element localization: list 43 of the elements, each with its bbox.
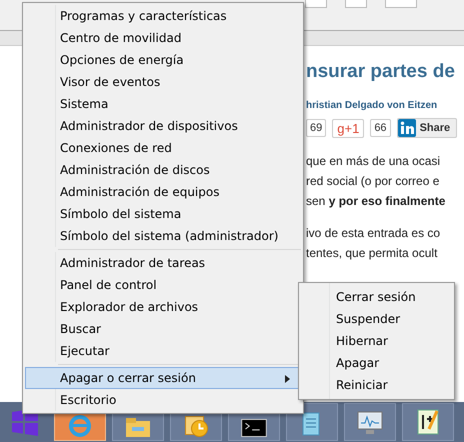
paragraph-line: ivo de esta entrada es co <box>306 225 442 242</box>
share-button[interactable]: Share <box>396 118 458 138</box>
submenu-arrow-icon <box>285 375 290 383</box>
menu-item[interactable]: Escritorio <box>25 389 301 411</box>
menu-item[interactable]: Panel de control <box>25 274 301 296</box>
menu-item[interactable]: Hibernar <box>301 330 452 352</box>
menu-item[interactable]: Opciones de energía <box>25 49 301 71</box>
calendar-clock-icon <box>184 416 208 437</box>
browser-e-icon <box>69 415 91 437</box>
paragraph-line: tentes, que permita ocult <box>306 245 438 262</box>
article-title: nsurar partes de <box>306 60 456 84</box>
menu-item[interactable]: Conexiones de red <box>25 137 301 159</box>
notepad-plus-icon <box>415 407 441 437</box>
menu-item[interactable]: Apagar o cerrar sesión <box>25 367 301 389</box>
menu-item[interactable]: Centro de movilidad <box>25 27 301 49</box>
monitor-icon <box>355 409 385 437</box>
menu-item[interactable]: Símbolo del sistema (administrador) <box>25 225 301 247</box>
menu-item[interactable]: Suspender <box>301 308 452 330</box>
menu-item[interactable]: Ejecutar <box>25 340 301 362</box>
menu-item[interactable]: Visor de eventos <box>25 71 301 93</box>
linkedin-icon <box>398 119 416 137</box>
menu-item[interactable]: Cerrar sesión <box>301 286 452 308</box>
share-count: 66 <box>370 119 391 137</box>
article-author: hristian Delgado von Eitzen <box>306 99 438 113</box>
paragraph-line: red social (o por correo e <box>306 173 440 190</box>
menu-item[interactable]: Buscar <box>25 318 301 340</box>
folder-icon <box>126 418 150 437</box>
menu-item[interactable]: Administrador de tareas <box>25 252 301 274</box>
terminal-icon <box>241 419 267 437</box>
menu-item[interactable]: Administración de equipos <box>25 181 301 203</box>
share-count: 69 <box>306 119 326 137</box>
toolbar-button[interactable] <box>305 0 327 8</box>
menu-item[interactable]: Explorador de archivos <box>25 296 301 318</box>
paragraph-line: sen y por eso finalmente <box>306 193 446 210</box>
menu-item[interactable]: Administración de discos <box>25 159 301 181</box>
menu-item[interactable]: Sistema <box>25 93 301 115</box>
menu-item[interactable]: Reiniciar <box>301 374 452 396</box>
menu-item[interactable]: Apagar <box>301 352 452 374</box>
paragraph-line: que en más de una ocasi <box>306 153 442 170</box>
taskbar-app[interactable] <box>402 403 454 441</box>
menu-item[interactable]: Símbolo del sistema <box>25 203 301 225</box>
menu-item[interactable]: Administrador de dispositivos <box>25 115 301 137</box>
plus-one-button[interactable]: g+1 <box>332 118 364 138</box>
